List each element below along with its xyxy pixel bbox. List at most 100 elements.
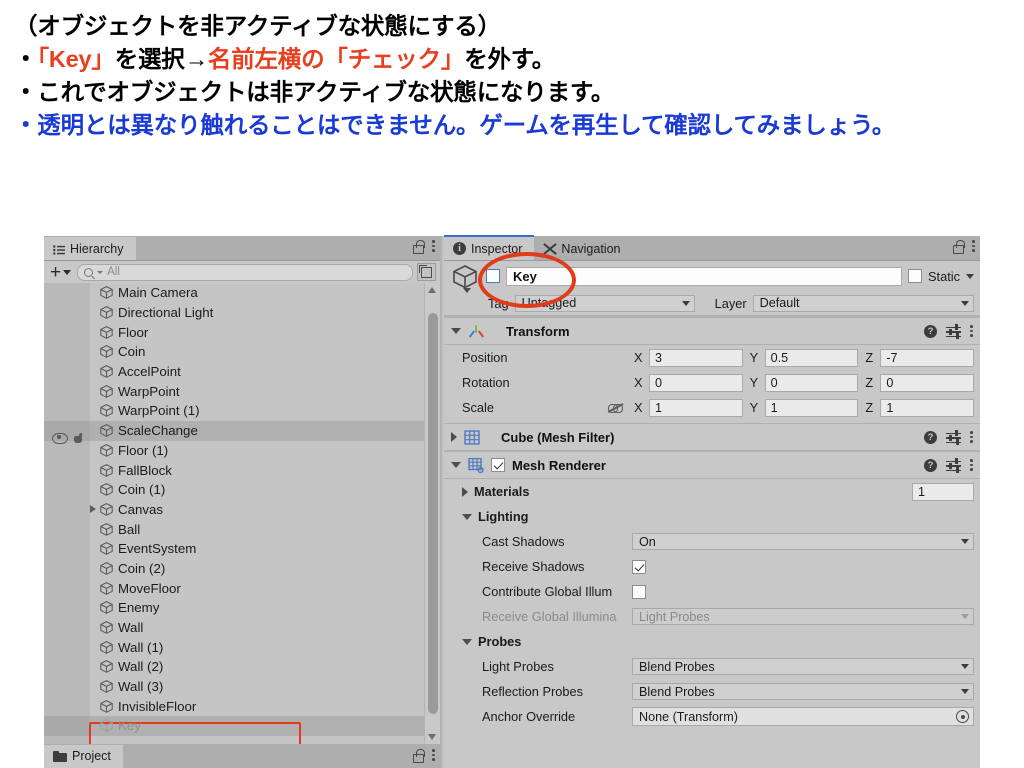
scroll-down-arrow-icon[interactable]	[428, 734, 436, 740]
hierarchy-scrollbar[interactable]	[424, 283, 440, 744]
hierarchy-item-key[interactable]: Key	[44, 716, 425, 736]
preset-icon[interactable]	[946, 430, 961, 445]
hierarchy-item-invisiblefloor[interactable]: InvisibleFloor	[44, 696, 425, 717]
lock-icon[interactable]	[412, 239, 425, 254]
mesh-renderer-enabled-checkbox[interactable]	[491, 458, 505, 472]
gameobject-name-value: Key	[513, 268, 537, 284]
hierarchy-item-coin-2[interactable]: Coin (2)	[44, 558, 425, 579]
layer-dropdown[interactable]: Default	[752, 294, 974, 312]
anchor-override-object-field[interactable]: None (Transform)	[632, 707, 974, 726]
gameobject-name-input[interactable]: Key	[506, 266, 902, 286]
hierarchy-item-movefloor[interactable]: MoveFloor	[44, 578, 425, 598]
light-probes-value: Blend Probes	[639, 659, 715, 674]
scene-visibility-toggle[interactable]	[417, 263, 436, 281]
lock-icon[interactable]	[952, 239, 965, 254]
more-options-icon[interactable]	[972, 239, 976, 253]
hierarchy-item-accelpoint[interactable]: AccelPoint	[44, 361, 425, 382]
picking-hand-icon[interactable]	[72, 433, 84, 444]
screenshot-root: （オブジェクトを非アクティブな状態にする） ・「Key」を選択→名前左横の「チェ…	[0, 0, 1024, 768]
create-object-button[interactable]: +	[48, 263, 73, 282]
hierarchy-item-canvas[interactable]: Canvas	[44, 499, 425, 520]
contribute-gi-checkbox[interactable]	[632, 584, 646, 599]
hierarchy-item-wall[interactable]: Wall	[44, 617, 425, 638]
transform-component-header[interactable]: Transform ?	[444, 317, 980, 345]
gameobject-active-checkbox[interactable]	[486, 269, 500, 283]
preset-icon[interactable]	[946, 324, 961, 339]
tab-inspector[interactable]: i Inspector	[444, 235, 535, 260]
expand-arrow-icon[interactable]	[451, 432, 457, 442]
mesh-filter-icon	[464, 429, 480, 445]
hierarchy-item-directional-light[interactable]: Directional Light	[44, 302, 425, 323]
hierarchy-item-coin-1[interactable]: Coin (1)	[44, 479, 425, 500]
hierarchy-item-main-camera[interactable]: Main Camera	[44, 283, 425, 303]
scale-y-input[interactable]: 1	[764, 398, 859, 417]
object-picker-icon[interactable]	[956, 710, 969, 723]
probes-section-row[interactable]: Probes	[444, 629, 980, 654]
rotation-z-input[interactable]: 0	[880, 373, 975, 392]
hierarchy-item-scalechange[interactable]: ScaleChange	[44, 420, 425, 444]
hierarchy-item-wall-2[interactable]: Wall (2)	[44, 657, 425, 677]
help-icon[interactable]: ?	[924, 458, 937, 472]
hierarchy-item-enemy[interactable]: Enemy	[44, 598, 425, 618]
scroll-up-arrow-icon[interactable]	[428, 287, 436, 293]
lighting-section-row[interactable]: Lighting	[444, 504, 980, 529]
position-z-input[interactable]: -7	[880, 348, 975, 367]
position-y-value: 0.5	[770, 350, 789, 365]
collapse-arrow-icon[interactable]	[462, 513, 472, 520]
window-overlay-icon	[419, 264, 432, 278]
rotation-x-input[interactable]: 0	[649, 373, 743, 392]
position-y-input[interactable]: 0.5	[764, 348, 859, 367]
expand-arrow-icon[interactable]	[90, 505, 96, 514]
mesh-renderer-component-header[interactable]: Mesh Renderer ?	[444, 451, 980, 479]
visibility-eye-icon[interactable]	[52, 432, 68, 444]
receive-shadows-checkbox[interactable]	[632, 559, 646, 574]
reflection-probes-dropdown[interactable]: Blend Probes	[632, 683, 974, 700]
tag-dropdown[interactable]: Untagged	[514, 294, 695, 312]
row-gutter	[44, 657, 90, 677]
tab-navigation[interactable]: Navigation	[534, 237, 633, 260]
more-options-icon[interactable]	[970, 430, 974, 444]
hierarchy-search-input[interactable]: All	[77, 263, 413, 281]
preset-icon[interactable]	[946, 458, 961, 473]
materials-count-input[interactable]: 1	[912, 482, 974, 501]
tab-hierarchy[interactable]: Hierarchy	[44, 237, 136, 260]
axis-z-label: Z	[865, 350, 874, 365]
tab-navigation-label: Navigation	[561, 241, 621, 256]
tag-layer-row: Tag Untagged Layer Default	[444, 291, 980, 317]
collapse-arrow-icon[interactable]	[462, 638, 472, 645]
select-arrow-text: を選択→	[114, 46, 208, 72]
hierarchy-item-wall-3[interactable]: Wall (3)	[44, 676, 425, 697]
cast-shadows-dropdown[interactable]: On	[632, 533, 974, 550]
scrollbar-thumb[interactable]	[427, 313, 438, 714]
help-icon[interactable]: ?	[924, 324, 937, 338]
position-x-input[interactable]: 3	[649, 348, 743, 367]
hierarchy-item-warppoint-1[interactable]: WarpPoint (1)	[44, 401, 425, 421]
hierarchy-item-warppoint[interactable]: WarpPoint	[44, 381, 425, 402]
more-options-icon[interactable]	[970, 324, 974, 338]
mesh-filter-component-header[interactable]: Cube (Mesh Filter) ?	[444, 423, 980, 451]
rotation-y-input[interactable]: 0	[764, 373, 859, 392]
light-probes-dropdown[interactable]: Blend Probes	[632, 658, 974, 675]
static-dropdown-chevron-icon[interactable]	[966, 273, 974, 279]
hierarchy-item-fallblock[interactable]: FallBlock	[44, 460, 425, 480]
tab-project[interactable]: Project	[44, 744, 123, 768]
expand-arrow-icon[interactable]	[462, 486, 468, 497]
help-icon[interactable]: ?	[924, 430, 937, 444]
scale-z-input[interactable]: 1	[880, 398, 975, 417]
scale-x-input[interactable]: 1	[649, 398, 743, 417]
hierarchy-item-ball[interactable]: Ball	[44, 519, 425, 539]
scale-constrain-proportions-off-icon[interactable]	[607, 402, 624, 414]
hierarchy-item-coin[interactable]: Coin	[44, 342, 425, 362]
collapse-arrow-icon[interactable]	[451, 462, 461, 468]
more-options-icon[interactable]	[970, 458, 974, 472]
hierarchy-item-floor[interactable]: Floor	[44, 322, 425, 343]
materials-row[interactable]: Materials 1	[444, 479, 980, 504]
hierarchy-item-wall-1[interactable]: Wall (1)	[44, 637, 425, 658]
hierarchy-item-eventsystem[interactable]: EventSystem	[44, 538, 425, 559]
more-options-icon[interactable]	[432, 239, 436, 253]
hierarchy-item-floor-1[interactable]: Floor (1)	[44, 440, 425, 461]
more-options-icon[interactable]	[432, 748, 436, 762]
collapse-arrow-icon[interactable]	[451, 328, 461, 334]
static-checkbox[interactable]	[907, 269, 922, 283]
lock-icon[interactable]	[412, 748, 425, 763]
